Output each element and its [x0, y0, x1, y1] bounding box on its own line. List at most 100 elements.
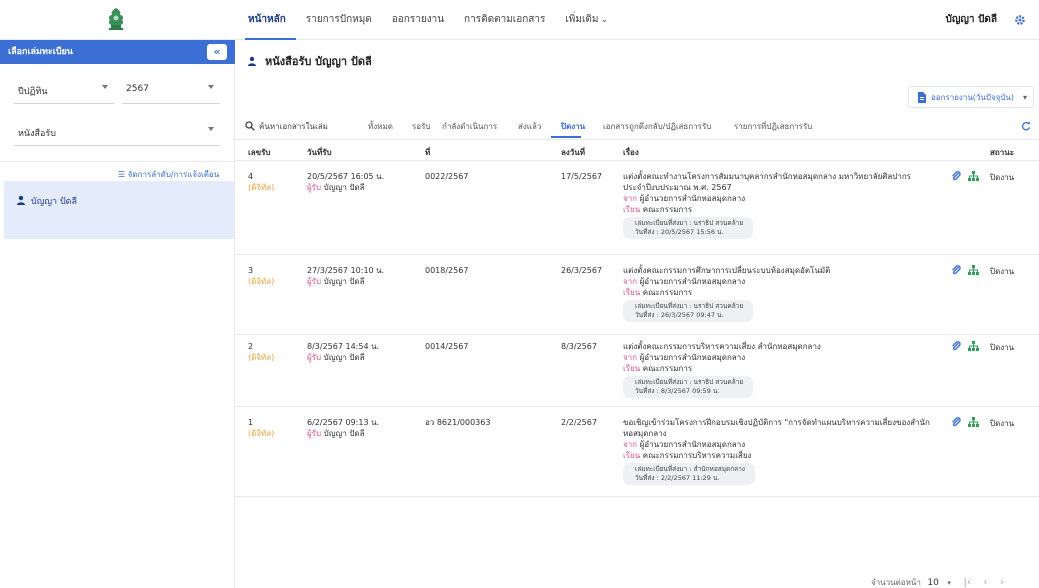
row-number: 1: [248, 418, 254, 427]
attachment-icon[interactable]: [951, 171, 961, 181]
nav-home[interactable]: หน้าหลัก: [245, 0, 296, 40]
year-select[interactable]: 2567: [122, 74, 220, 104]
table-row[interactable]: 3 (ดิจิทัล) 27/3/2567 10:10 น. ผู้รับ บัญญ…: [235, 255, 1039, 335]
receiver-name: บัญญา ปัดลี: [323, 183, 365, 192]
col-subject: เรื่อง: [623, 148, 639, 157]
search-icon[interactable]: [245, 121, 255, 131]
list-settings-icon: ☰: [118, 170, 128, 179]
sender-badge: เล่มทะเบียนที่ส่งมา : นราธิป สวนคล้าย วัน…: [623, 376, 754, 398]
page-title: หนังสือรับ บัญญา ปัดลี: [247, 52, 372, 70]
doc-date: 8/3/2567: [561, 342, 597, 351]
page-title-text: หนังสือรับ บัญญา ปัดลี: [265, 55, 372, 68]
refresh-icon[interactable]: [1021, 121, 1031, 131]
doc-date: 17/5/2567: [561, 172, 603, 181]
nav-pinned[interactable]: รายการปักหมุด: [296, 0, 382, 40]
receiver-label: ผู้รับ: [307, 183, 322, 192]
from-value: ผู้อำนวยการสำนักหอสมุดกลาง: [639, 353, 746, 362]
user-name[interactable]: บัญญา ปัดลี: [946, 0, 997, 40]
receiver-label: ผู้รับ: [307, 353, 322, 362]
to-label: เรียน: [623, 451, 641, 460]
caret-down-icon: [208, 85, 214, 89]
year-type-select[interactable]: ปีปฏิทิน: [14, 74, 114, 104]
tab-in-progress[interactable]: กำลังดำเนินการ: [442, 120, 497, 133]
person-icon: [248, 56, 256, 66]
subject-text[interactable]: แต่งตั้งคณะกรรมการบริหารความเสี่ยง สำนัก…: [623, 341, 931, 352]
receiver-name: บัญญา ปัดลี: [323, 429, 365, 438]
university-logo-icon[interactable]: [103, 6, 129, 32]
sender-book: เล่มทะเบียนที่ส่งมา : นราธิป สวนคล้าย: [635, 302, 744, 310]
receiver-name: บัญญา ปัดลี: [323, 277, 365, 286]
table-header: เลขรับ วันที่รับ ที่ ลงวันที่ เรื่อง สถา…: [235, 139, 1039, 161]
next-page-icon[interactable]: ›: [1000, 577, 1004, 588]
digital-tag: (ดิจิทัล): [248, 277, 275, 286]
subject-text[interactable]: ขอเชิญเข้าร่วมโครงการฝึกอบรมเชิงปฏิบัติก…: [623, 417, 931, 439]
tab-rejected-list[interactable]: รายการที่ปฏิเสธการรับ: [734, 120, 812, 133]
subject-text[interactable]: แต่งตั้งคณะกรรมการศึกษาการเปลี่ยนระบบห้อ…: [623, 265, 931, 276]
tab-closed[interactable]: ปิดงาน: [561, 120, 585, 133]
prev-page-icon[interactable]: ‹: [983, 577, 987, 588]
digital-tag: (ดิจิทัล): [248, 183, 275, 192]
receiver-name: บัญญา ปัดลี: [323, 353, 365, 362]
from-label: จาก: [623, 194, 638, 203]
to-value: คณะกรรมการ: [642, 288, 693, 297]
sender-badge: เล่มทะเบียนที่ส่งมา : นราธิป สวนคล้าย วัน…: [623, 217, 754, 239]
from-value: ผู้อำนวยการสำนักหอสมุดกลาง: [639, 277, 746, 286]
table-row[interactable]: 4 (ดิจิทัล) 20/5/2567 16:05 น. ผู้รับ บัญญ…: [235, 161, 1039, 255]
tab-recalled-rejected[interactable]: เอกสารถูกดึงกลับ/ปฏิเสธการรับ: [603, 120, 711, 133]
tab-all[interactable]: ทั้งหมด: [368, 120, 393, 133]
workflow-icon[interactable]: [968, 171, 979, 181]
attachment-icon[interactable]: [951, 341, 961, 351]
search-input[interactable]: ค้นหาเอกสารในเล่ม: [259, 120, 328, 133]
attachment-icon[interactable]: [951, 265, 961, 275]
sidebar-header: เลือกเล่มทะเบียน «: [0, 40, 235, 64]
from-value: ผู้อำนวยการสำนักหอสมุดกลาง: [639, 194, 746, 203]
sender-book: เล่มทะเบียนที่ส่งมา : นราธิป สวนคล้าย: [635, 378, 744, 386]
from-value: ผู้อำนวยการสำนักหอสมุดกลาง: [639, 440, 746, 449]
digital-tag: (ดิจิทัล): [248, 353, 275, 362]
subject-text[interactable]: แต่งตั้งคณะทำงานโครงการสัมมนาบุคลากรสำนั…: [623, 171, 931, 193]
gear-icon[interactable]: [1014, 14, 1026, 26]
row-number: 4: [248, 172, 254, 181]
manage-order-link[interactable]: ☰ จัดการลำดับ/การแจ้งเตือน: [118, 168, 219, 181]
attachment-icon[interactable]: [951, 417, 961, 427]
tab-sent[interactable]: ส่งแล้ว: [518, 120, 541, 133]
workflow-icon[interactable]: [968, 341, 979, 351]
workflow-icon[interactable]: [968, 417, 979, 427]
nav-more-label: เพิ่มเติม: [565, 14, 599, 25]
table-row[interactable]: 2 (ดิจิทัล) 8/3/2567 14:54 น. ผู้รับ บัญญา…: [235, 335, 1039, 407]
status-text: ปิดงาน: [990, 343, 1015, 352]
chevron-down-icon: ▾: [1022, 93, 1027, 102]
main-panel: หนังสือรับ บัญญา ปัดลี ออกรายงาน(วันปัจจ…: [235, 40, 1039, 588]
nav-more[interactable]: เพิ่มเติม ⌄: [555, 0, 618, 40]
first-page-icon[interactable]: |‹: [963, 577, 970, 588]
tab-pending[interactable]: รอรับ: [412, 120, 430, 133]
sender-badge: เล่มทะเบียนที่ส่งมา : นราธิป สวนคล้าย วัน…: [623, 300, 754, 322]
doc-ref: 0014/2567: [425, 342, 469, 351]
receiver-label: ผู้รับ: [307, 277, 322, 286]
sidebar-person-name: บัญญา ปัดลี: [31, 197, 78, 207]
document-icon: [918, 92, 926, 103]
year-type-value: ปีปฏิทิน: [18, 87, 48, 97]
book-type-select[interactable]: หนังสือรับ: [14, 116, 220, 146]
collapse-sidebar-button[interactable]: «: [207, 44, 227, 60]
page-size-select[interactable]: 10: [927, 578, 938, 588]
to-value: คณะกรรมการ: [642, 364, 693, 373]
nav-report[interactable]: ออกรายงาน: [382, 0, 454, 40]
workflow-icon[interactable]: [968, 265, 979, 275]
to-value: คณะกรรมการ: [642, 205, 693, 214]
to-label: เรียน: [623, 288, 641, 297]
col-number: เลขรับ: [248, 148, 271, 157]
nav-tracking[interactable]: การติดตามเอกสาร: [454, 0, 555, 40]
table-row[interactable]: 1 (ดิจิทัล) 6/2/2567 09:13 น. ผู้รับ บัญญา…: [235, 407, 1039, 497]
sender-book: เล่มทะเบียนที่ส่งมา : นราธิป สวนคล้าย: [635, 219, 744, 227]
sidebar: เลือกเล่มทะเบียน « ปีปฏิทิน 2567 หนังสือ…: [0, 40, 235, 588]
sent-date: วันที่ส่ง : 2/2/2567 11:29 น.: [635, 474, 720, 482]
export-report-button[interactable]: ออกรายงาน(วันปัจจุบัน) ▾: [908, 86, 1034, 108]
book-type-value: หนังสือรับ: [18, 129, 56, 139]
digital-tag: (ดิจิทัล): [248, 429, 275, 438]
sent-date: วันที่ส่ง : 8/3/2567 09:59 น.: [635, 387, 720, 395]
from-label: จาก: [623, 440, 638, 449]
sent-date: วันที่ส่ง : 26/3/2567 09:47 น.: [635, 311, 724, 319]
caret-down-icon[interactable]: ▾: [947, 579, 951, 587]
sidebar-item-person[interactable]: บัญญา ปัดลี: [4, 181, 234, 239]
